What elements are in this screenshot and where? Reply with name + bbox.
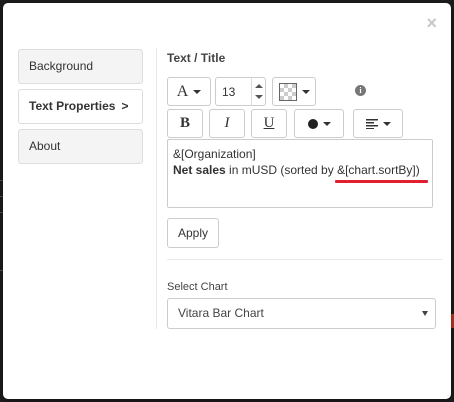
chevron-down-icon [422,311,428,316]
apply-button[interactable]: Apply [167,218,219,248]
chevron-down-icon [193,89,202,94]
editor-bold-text: Net sales [173,163,226,177]
title-text-editor[interactable]: &[Organization] Net sales in mUSD (sorte… [167,139,433,208]
background-color-button[interactable] [272,77,316,106]
transparent-color-swatch-icon [278,82,297,101]
bold-button[interactable]: B [167,109,203,138]
font-icon: A [176,82,189,100]
italic-button[interactable]: I [209,109,245,138]
chevron-right-icon: > [121,99,129,113]
font-family-button[interactable]: A [167,77,211,106]
nav-item-label: Text Properties [29,99,116,113]
close-icon[interactable]: × [426,14,437,32]
stepper-arrows [251,78,265,105]
nav-item-background[interactable]: Background [18,49,143,84]
settings-nav: Background Text Properties > About [18,49,143,169]
info-icon[interactable]: i [355,85,366,96]
chevron-down-icon [322,121,331,126]
chevron-down-icon [382,121,391,126]
nav-item-label: Background [29,59,94,73]
nav-item-about[interactable]: About [18,129,143,164]
stepper-down-icon[interactable] [255,95,263,99]
nav-item-label: About [29,139,61,153]
editor-token: &[chart.sortBy] [337,163,416,177]
editor-line-2: Net sales in mUSD (sorted by &[chart.sor… [173,162,427,178]
text-properties-dialog: × Background Text Properties > About Text… [3,3,451,399]
underline-button[interactable]: U [251,109,287,138]
chevron-down-icon [301,89,310,94]
stepper-up-icon[interactable] [255,84,263,88]
align-left-icon [365,118,378,129]
select-chart-label: Select Chart [167,281,228,293]
divider [167,259,442,260]
chart-select[interactable]: Vitara Bar Chart [167,298,436,329]
editor-text-end: ) [415,163,420,177]
toolbar-row-1: A 13 i [167,77,437,106]
text-properties-panel: Text / Title A 13 i B I U &[Organization… [156,48,442,329]
text-color-button[interactable] [294,109,344,138]
section-title: Text / Title [167,51,226,65]
toolbar-row-2: B I U [167,109,437,138]
font-size-stepper[interactable]: 13 [215,77,266,106]
align-button[interactable] [353,109,403,138]
spellcheck-underline [335,180,428,183]
editor-text: in mUSD (sorted by [225,163,338,177]
editor-line-1: &[Organization] [173,147,256,161]
chart-select-value: Vitara Bar Chart [178,306,264,320]
nav-item-text-properties[interactable]: Text Properties > [18,89,143,124]
color-dot-icon [307,118,318,129]
font-size-value: 13 [222,85,236,99]
